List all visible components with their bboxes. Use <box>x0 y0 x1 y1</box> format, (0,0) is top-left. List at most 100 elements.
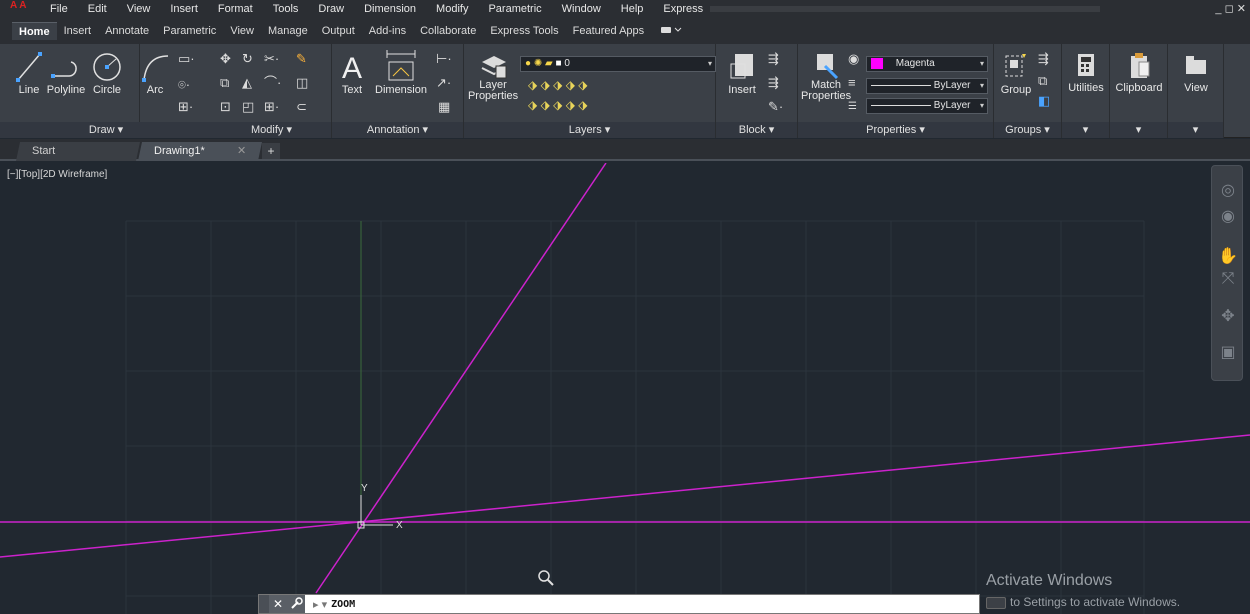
menu-edit[interactable]: Edit <box>78 0 117 18</box>
annotation-panel-title[interactable]: Annotation ▾ <box>332 122 463 138</box>
dimension-button[interactable]: Dimension <box>370 48 432 96</box>
shallow-xline[interactable] <box>0 434 1250 558</box>
menu-file[interactable]: File <box>40 0 78 18</box>
menu-view[interactable]: View <box>117 0 161 18</box>
viewcube-icon[interactable]: ◉ <box>1218 206 1238 226</box>
menu-insert[interactable]: Insert <box>160 0 208 18</box>
tab-home[interactable]: Home <box>12 22 57 40</box>
stretch-icon[interactable]: ⊡ <box>220 100 231 114</box>
showmotion-icon[interactable]: ▣ <box>1218 342 1238 362</box>
table-icon[interactable]: ▦ <box>438 100 450 114</box>
layer-tools-row1-icons[interactable]: ⬗ ⬗ ⬗ ⬗ ⬗ <box>528 78 587 92</box>
pan-icon[interactable]: ✋ <box>1218 246 1238 266</box>
line-button[interactable]: Line <box>14 50 44 96</box>
groups-panel-title[interactable]: Groups ▾ <box>994 122 1061 138</box>
menu-draw[interactable]: Draw <box>308 0 354 18</box>
group-select-icon[interactable]: ◧ <box>1038 94 1050 108</box>
create-block-icon[interactable]: ⇶ <box>768 52 779 66</box>
properties-panel-title[interactable]: Properties ▾ <box>798 122 993 138</box>
command-prompt-icon[interactable]: ▸ ▾ <box>305 598 331 611</box>
edit-block-icon[interactable]: ⇶ <box>768 76 779 90</box>
offset-icon[interactable]: ⊂ <box>296 100 307 114</box>
move-icon[interactable]: ✥ <box>220 52 231 66</box>
command-line[interactable]: ✕ ▸ ▾ ZOOM <box>258 594 980 614</box>
close-command-icon[interactable]: ✕ <box>269 595 287 613</box>
insert-button[interactable]: Insert <box>722 50 762 96</box>
tab-manage[interactable]: Manage <box>261 22 315 40</box>
tab-parametric[interactable]: Parametric <box>156 22 223 40</box>
utilities-button[interactable]: Utilities <box>1068 50 1104 94</box>
menu-express[interactable]: Express <box>653 0 713 18</box>
close-tab-icon[interactable]: ✕ <box>237 142 246 161</box>
orbit-icon[interactable]: ✥ <box>1218 306 1238 326</box>
boundary-icon[interactable]: ⊞· <box>178 100 193 114</box>
circle-button[interactable]: Circle <box>90 50 124 96</box>
layer-dropdown[interactable]: ● ✺ ▰ ■ 0 ▾ <box>520 56 716 72</box>
linetype-dropdown[interactable]: ByLayer ▾ <box>866 78 988 94</box>
layer-properties-button[interactable]: Layer Properties <box>468 50 518 102</box>
explode-icon[interactable]: ◫ <box>296 76 308 90</box>
ungroup-icon[interactable]: ⇶ <box>1038 52 1049 66</box>
layers-panel-title[interactable]: Layers ▾ <box>464 122 715 138</box>
zoom-extents-icon[interactable]: ⤧ <box>1218 270 1238 290</box>
menu-window[interactable]: Window <box>552 0 611 18</box>
copy-icon[interactable]: ⧉ <box>220 76 229 90</box>
edit-attributes-icon[interactable]: ✎· <box>768 100 783 114</box>
color-wheel-icon[interactable]: ◉ <box>848 52 859 66</box>
tab-add-ins[interactable]: Add-ins <box>362 22 413 40</box>
menu-parametric[interactable]: Parametric <box>478 0 551 18</box>
array-icon[interactable]: ⊞· <box>264 100 279 114</box>
app-logo[interactable]: A A <box>0 0 40 18</box>
linear-dim-icon[interactable]: ⊢· <box>436 52 452 66</box>
block-panel-title[interactable]: Block ▾ <box>716 122 797 138</box>
drawing-canvas[interactable]: Y X [−][Top][2D Wireframe] ◎ ◉ ✋ ⤧ ✥ ▣ A… <box>0 163 1250 614</box>
rotate-icon[interactable]: ↻ <box>242 52 253 66</box>
lineweight-dropdown[interactable]: ByLayer ▾ <box>866 98 988 114</box>
match-properties-button[interactable]: Match Properties <box>801 50 851 102</box>
window-controls[interactable]: _ ◻ ✕ <box>1215 0 1246 18</box>
layer-tools-row2-icons[interactable]: ⬗ ⬗ ⬗ ⬗ ⬗ <box>528 98 587 112</box>
ribbon-toggle-icon[interactable] <box>661 25 683 38</box>
group-edit-icon[interactable]: ⧉ <box>1038 74 1047 88</box>
leader-icon[interactable]: ↗· <box>436 76 451 90</box>
modify-panel-title[interactable]: Modify ▾ <box>212 122 331 138</box>
menu-tools[interactable]: Tools <box>263 0 309 18</box>
rectangle-icon[interactable]: ▭· <box>178 52 195 66</box>
tab-drawing1[interactable]: Drawing1* ✕ <box>137 142 263 161</box>
menu-dimension[interactable]: Dimension <box>354 0 426 18</box>
utilities-dropdown-chevron[interactable]: ▾ <box>1062 122 1109 138</box>
fillet-icon[interactable]: ⌒· <box>264 76 281 90</box>
clipboard-dropdown-chevron[interactable]: ▾ <box>1110 122 1167 138</box>
customize-command-icon[interactable] <box>287 595 305 613</box>
view-dropdown-chevron[interactable]: ▾ <box>1168 122 1223 138</box>
text-button[interactable]: A Text <box>338 48 366 96</box>
lineweight-icon[interactable]: ☰ <box>848 100 857 114</box>
tab-view[interactable]: View <box>223 22 261 40</box>
command-line-grip[interactable] <box>259 595 269 613</box>
tab-express-tools[interactable]: Express Tools <box>483 22 565 40</box>
tab-collaborate[interactable]: Collaborate <box>413 22 483 40</box>
menu-help[interactable]: Help <box>611 0 654 18</box>
scale-icon[interactable]: ◰ <box>242 100 254 114</box>
mirror-icon[interactable]: ◭ <box>242 76 252 90</box>
arc-button[interactable]: Arc <box>140 50 170 96</box>
menu-modify[interactable]: Modify <box>426 0 478 18</box>
erase-icon[interactable]: ✎ <box>296 52 307 66</box>
menu-format[interactable]: Format <box>208 0 263 18</box>
trim-icon[interactable]: ✂· <box>264 52 279 66</box>
model-space[interactable]: Y X <box>0 163 1250 614</box>
steering-wheel-icon[interactable]: ◎ <box>1218 180 1238 200</box>
clipboard-button[interactable]: Clipboard <box>1114 50 1164 94</box>
tab-featured-apps[interactable]: Featured Apps <box>566 22 652 40</box>
linetype-icon[interactable]: ≡ <box>848 76 856 90</box>
view-button[interactable]: View <box>1172 50 1220 94</box>
color-dropdown[interactable]: Magenta ▾ <box>866 56 988 72</box>
group-button[interactable]: Group <box>998 50 1034 96</box>
tab-start[interactable]: Start <box>15 142 141 161</box>
tab-output[interactable]: Output <box>315 22 362 40</box>
tab-annotate[interactable]: Annotate <box>98 22 156 40</box>
viewport-controls-label[interactable]: [−][Top][2D Wireframe] <box>7 169 107 180</box>
polyline-button[interactable]: Polyline <box>44 50 88 96</box>
new-tab-button[interactable]: + <box>262 143 280 159</box>
hatch-icon[interactable]: ⌾· <box>178 78 190 92</box>
